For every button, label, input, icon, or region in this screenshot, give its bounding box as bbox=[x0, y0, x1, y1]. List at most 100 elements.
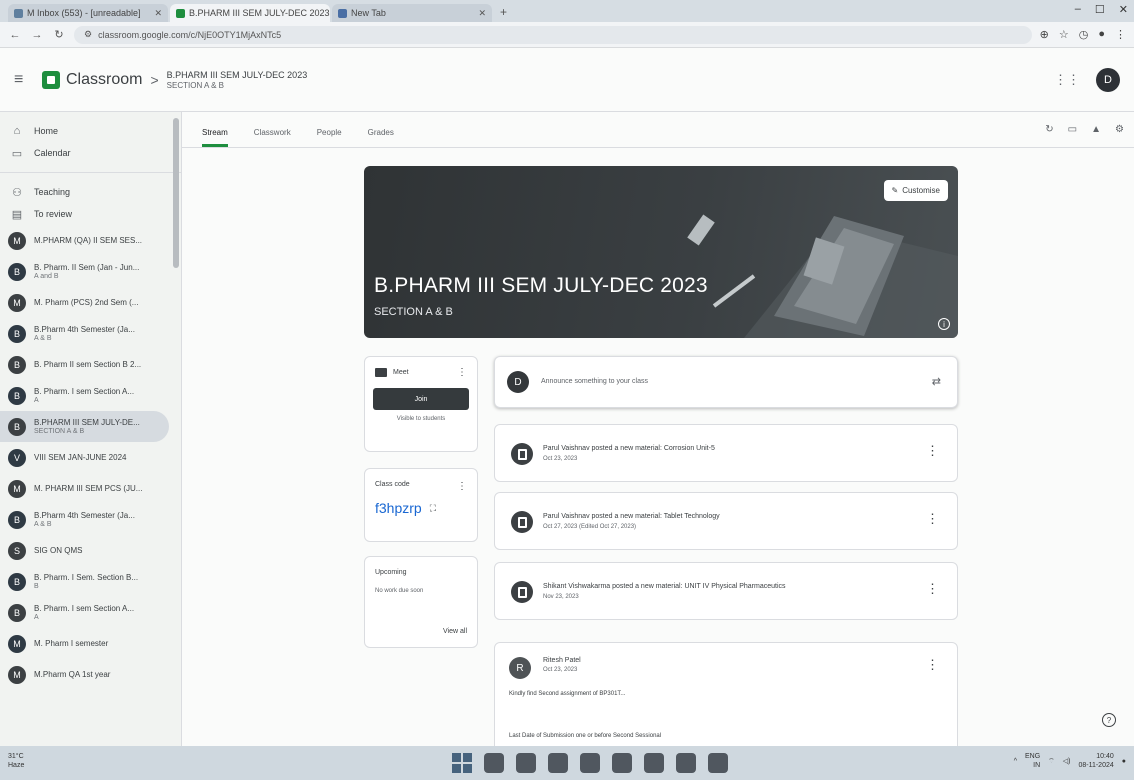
class-name-block: B.Pharm 4th Semester (Ja... A & B bbox=[34, 325, 152, 343]
profile-icon[interactable]: ● bbox=[1098, 28, 1105, 41]
edge-browser-icon[interactable] bbox=[612, 753, 632, 773]
tab-stream[interactable]: Stream bbox=[202, 128, 228, 147]
task-view-icon[interactable] bbox=[516, 753, 536, 773]
upcoming-label: Upcoming bbox=[375, 569, 407, 576]
search-icon[interactable] bbox=[484, 753, 504, 773]
sidebar-class-item[interactable]: B B.PHARM III SEM JULY-DE... SECTION A & B bbox=[0, 411, 169, 442]
class-subtitle: SECTION A & B bbox=[34, 427, 85, 435]
windows-start-icon[interactable] bbox=[452, 753, 472, 773]
view-all-link[interactable]: View all bbox=[443, 628, 467, 635]
sidebar-item-calendar[interactable]: ▭ Calendar bbox=[0, 142, 181, 164]
file-explorer-icon[interactable] bbox=[580, 753, 600, 773]
chat-icon[interactable] bbox=[548, 753, 568, 773]
account-avatar[interactable]: D bbox=[1096, 67, 1120, 92]
announce-box[interactable]: D Announce something to your class ⇄ bbox=[494, 356, 958, 408]
chrome-icon[interactable] bbox=[676, 753, 696, 773]
expand-icon[interactable]: ⛶ bbox=[430, 503, 436, 514]
browser-tab-classroom[interactable]: B.PHARM III SEM JULY-DEC 2023 ✕ bbox=[170, 4, 330, 22]
stream-post[interactable]: Parul Vaishnav posted a new material: Co… bbox=[494, 424, 958, 482]
customise-button[interactable]: ✎ Customise bbox=[883, 180, 948, 201]
store-icon[interactable] bbox=[644, 753, 664, 773]
forward-icon[interactable]: → bbox=[30, 29, 44, 41]
drive-folder-icon[interactable]: ▲ bbox=[1091, 124, 1101, 135]
app-name[interactable]: Classroom bbox=[66, 71, 142, 89]
tab-grades[interactable]: Grades bbox=[368, 128, 394, 147]
sidebar-class-item[interactable]: B B. Pharm. II Sem (Jan - Jun... A and B bbox=[0, 256, 181, 287]
repost-icon[interactable]: ⇄ bbox=[932, 375, 941, 388]
close-tab-icon[interactable]: ✕ bbox=[478, 8, 486, 19]
sidebar-class-item[interactable]: B B. Pharm. I sem Section A... A bbox=[0, 380, 181, 411]
new-tab-button[interactable]: + bbox=[494, 5, 513, 22]
calendar-icon[interactable]: ▭ bbox=[1068, 124, 1077, 135]
close-tab-icon[interactable]: ✕ bbox=[154, 8, 162, 19]
main-content: ✎ Customise B.PHARM III SEM JULY-DEC 202… bbox=[182, 148, 1134, 746]
language-indicator[interactable]: ENG IN bbox=[1025, 752, 1040, 770]
url-field[interactable]: ⚙ classroom.google.com/c/NjE0OTY1MjAxNTc… bbox=[74, 25, 1032, 44]
browser-tab-newtab[interactable]: New Tab ✕ bbox=[332, 4, 492, 22]
more-options-icon[interactable]: ⋮ bbox=[926, 511, 939, 527]
clock[interactable]: 10:40 08-11-2024 bbox=[1078, 752, 1113, 770]
sidebar-class-item[interactable]: B B. Pharm. I sem Section A... A bbox=[0, 597, 181, 628]
site-info-icon[interactable]: ⚙ bbox=[84, 29, 92, 40]
stream-post[interactable]: Shikant Vishwakarma posted a new materia… bbox=[494, 562, 958, 620]
sidebar-class-item[interactable]: M M.PHARM (QA) II SEM SES... bbox=[0, 225, 181, 256]
class-avatar: M bbox=[8, 231, 26, 250]
tray-chevron-icon[interactable]: ^ bbox=[1014, 758, 1017, 765]
wifi-icon[interactable]: ⌔ bbox=[1048, 757, 1055, 766]
refresh-icon[interactable]: ↻ bbox=[1045, 124, 1053, 135]
sidebar-class-item[interactable]: B B. Pharm II sem Section B 2... bbox=[0, 349, 181, 380]
sidebar-class-item[interactable]: M M.Pharm QA 1st year bbox=[0, 659, 181, 690]
browser-tab-strip: M Inbox (553) - [unreadable] ✕ B.PHARM I… bbox=[0, 0, 1134, 22]
sidebar-scrollbar[interactable] bbox=[173, 118, 179, 268]
settings-gear-icon[interactable]: ⚙ bbox=[1115, 124, 1124, 135]
sidebar-class-item[interactable]: S SIG ON QMS bbox=[0, 535, 181, 566]
browser-tab-gmail[interactable]: M Inbox (553) - [unreadable] ✕ bbox=[8, 4, 168, 22]
class-name: B.Pharm 4th Semester (Ja... bbox=[34, 510, 135, 520]
avatar: D bbox=[507, 371, 529, 393]
sidebar-class-item[interactable]: M M. Pharm (PCS) 2nd Sem (... bbox=[0, 287, 181, 318]
more-options-icon[interactable]: ⋮ bbox=[457, 481, 467, 492]
sidebar-item-teaching[interactable]: ⚇ Teaching bbox=[0, 181, 181, 203]
notification-icon[interactable]: ● bbox=[1122, 758, 1126, 765]
more-options-icon[interactable]: ⋮ bbox=[926, 657, 939, 673]
breadcrumb[interactable]: B.PHARM III SEM JULY-DEC 2023 SECTION A … bbox=[167, 70, 308, 90]
breadcrumb-separator: > bbox=[150, 71, 159, 88]
bookmark-star-icon[interactable]: ☆ bbox=[1059, 28, 1069, 41]
extensions-icon[interactable]: ◷ bbox=[1079, 28, 1089, 41]
clock-time: 10:40 bbox=[1096, 753, 1114, 760]
more-options-icon[interactable]: ⋮ bbox=[457, 367, 467, 378]
google-apps-icon[interactable]: ⋮⋮ bbox=[1054, 72, 1080, 88]
volume-icon[interactable]: ◁) bbox=[1063, 757, 1071, 765]
sidebar-class-item[interactable]: B B. Pharm. I Sem. Section B... B bbox=[0, 566, 181, 597]
tab-people[interactable]: People bbox=[317, 128, 342, 147]
weather-widget[interactable]: 31°C Haze bbox=[8, 752, 24, 770]
sidebar-item-home[interactable]: ⌂ Home bbox=[0, 120, 181, 142]
join-button[interactable]: Join bbox=[373, 388, 469, 410]
main-menu-icon[interactable]: ≡ bbox=[14, 71, 42, 89]
close-window-icon[interactable]: ✕ bbox=[1119, 3, 1128, 16]
menu-dots-icon[interactable]: ⋮ bbox=[1115, 28, 1126, 41]
info-icon[interactable]: i bbox=[938, 318, 950, 330]
weather-condition: Haze bbox=[8, 762, 25, 769]
more-options-icon[interactable]: ⋮ bbox=[926, 443, 939, 459]
sidebar-class-item[interactable]: B B.Pharm 4th Semester (Ja... A & B bbox=[0, 504, 181, 535]
maximize-icon[interactable]: ☐ bbox=[1095, 3, 1105, 16]
sidebar-class-item[interactable]: B B.Pharm 4th Semester (Ja... A & B bbox=[0, 318, 181, 349]
back-icon[interactable]: ← bbox=[8, 29, 22, 41]
help-icon[interactable]: ? bbox=[1102, 713, 1116, 727]
zoom-icon[interactable]: ⊕ bbox=[1040, 28, 1049, 41]
stream-post[interactable]: Parul Vaishnav posted a new material: Ta… bbox=[494, 492, 958, 550]
announcement-post[interactable]: R Ritesh Patel Oct 23, 2023 Kindly find … bbox=[494, 642, 958, 746]
more-options-icon[interactable]: ⋮ bbox=[926, 581, 939, 597]
post-title: Parul Vaishnav posted a new material: Co… bbox=[543, 445, 715, 452]
tab-classwork[interactable]: Classwork bbox=[254, 128, 291, 147]
sidebar-item-to-review[interactable]: ▤ To review bbox=[0, 203, 181, 225]
people-icon: ⚇ bbox=[12, 186, 22, 199]
classroom-logo-icon[interactable] bbox=[42, 70, 60, 89]
sidebar-class-item[interactable]: V VIII SEM JAN-JUNE 2024 bbox=[0, 442, 181, 473]
sidebar-class-item[interactable]: M M. PHARM III SEM PCS (JU... bbox=[0, 473, 181, 504]
pinned-app-icon[interactable] bbox=[708, 753, 728, 773]
sidebar-class-item[interactable]: M M. Pharm I semester bbox=[0, 628, 181, 659]
reload-icon[interactable]: ↻ bbox=[52, 28, 66, 41]
minimize-icon[interactable]: – bbox=[1075, 3, 1081, 16]
